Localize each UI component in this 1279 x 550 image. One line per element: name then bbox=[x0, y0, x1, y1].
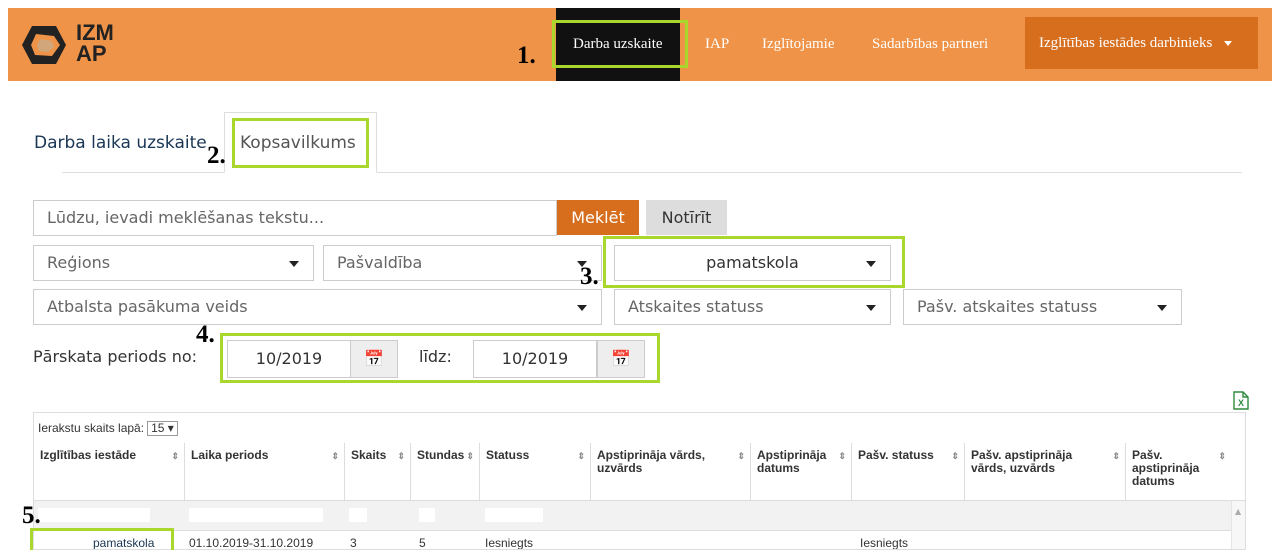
sort-icon: ⇕ bbox=[838, 451, 846, 461]
step-label-4: 4. bbox=[196, 321, 215, 348]
results-table: Ierakstu skaits lapā: 15 ▾ Izglītības ies… bbox=[33, 412, 1246, 550]
sort-icon: ⇕ bbox=[737, 451, 745, 461]
sort-icon: ⇕ bbox=[331, 451, 339, 461]
municipality-select[interactable]: Pašvaldība bbox=[323, 245, 602, 281]
chevron-down-icon bbox=[866, 305, 876, 311]
filter-input[interactable] bbox=[38, 508, 150, 522]
column-header-school[interactable]: Izglītības iestāde ⇕ bbox=[34, 443, 184, 501]
excel-export-icon[interactable]: X bbox=[1233, 391, 1249, 410]
highlight-box-5 bbox=[30, 528, 174, 550]
highlight-box-3 bbox=[603, 236, 905, 288]
column-header-count[interactable]: Skaits ⇕ bbox=[344, 443, 410, 501]
sort-icon: ⇕ bbox=[577, 451, 585, 461]
filter-input[interactable] bbox=[349, 508, 367, 522]
activity-type-select[interactable]: Atbalsta pasākuma veids bbox=[33, 289, 602, 325]
column-header-approval-date[interactable]: Apstiprināja datums ⇕ bbox=[750, 443, 851, 501]
sort-icon: ⇕ bbox=[1218, 451, 1226, 461]
column-header-municipal-approver[interactable]: Pašv. apstiprināja vārds, uzvārds ⇕ bbox=[964, 443, 1125, 501]
user-menu-label: Izglītības iestādes darbinieks bbox=[1039, 35, 1213, 51]
sort-icon: ⇕ bbox=[171, 451, 179, 461]
user-menu-dropdown[interactable]: Izglītības iestādes darbinieks bbox=[1025, 17, 1258, 69]
municipality-select-value: Pašvaldība bbox=[337, 253, 423, 272]
scroll-up-icon[interactable]: ▲ bbox=[1235, 507, 1241, 516]
izm-logo[interactable]: IZM AP bbox=[22, 22, 142, 68]
per-page-value: 15 bbox=[151, 421, 165, 435]
column-header-hours[interactable]: Stundas ⇕ bbox=[410, 443, 479, 501]
column-header-municipal-approval-date[interactable]: Pašv. apstiprināja datums ⇕ bbox=[1125, 443, 1231, 501]
municipal-status-select-value: Pašv. atskaites statuss bbox=[917, 297, 1098, 316]
column-header-municipal-status[interactable]: Pašv. statuss ⇕ bbox=[851, 443, 964, 501]
column-header-period[interactable]: Laika periods ⇕ bbox=[184, 443, 344, 501]
table-cell-period: 01.10.2019-31.10.2019 bbox=[189, 536, 314, 550]
sort-icon: ⇕ bbox=[1112, 451, 1120, 461]
caret-down-icon bbox=[1224, 41, 1233, 47]
chevron-down-icon bbox=[577, 305, 587, 311]
clear-button[interactable]: Notīrīt bbox=[646, 200, 727, 235]
logo-text: IZM AP bbox=[76, 20, 114, 66]
filter-input[interactable] bbox=[485, 508, 543, 522]
per-page-control: Ierakstu skaits lapā: 15 ▾ bbox=[38, 421, 178, 436]
municipal-status-select[interactable]: Pašv. atskaites statuss bbox=[903, 289, 1182, 325]
activity-type-select-value: Atbalsta pasākuma veids bbox=[47, 297, 248, 316]
column-header-approver[interactable]: Apstiprināja vārds, uzvārds ⇕ bbox=[590, 443, 750, 501]
logo-icon bbox=[22, 26, 66, 64]
nav-sadarbibas-partneri[interactable]: Sadarbības partneri bbox=[872, 8, 988, 81]
period-from-label: Pārskata periods no: bbox=[33, 347, 198, 366]
region-select-value: Reģions bbox=[47, 253, 111, 272]
report-status-select-value: Atskaites statuss bbox=[628, 297, 764, 316]
chevron-down-icon bbox=[289, 261, 299, 267]
per-page-select[interactable]: 15 ▾ bbox=[147, 421, 178, 436]
table-cell-municipal-status: Iesniegts bbox=[860, 536, 909, 550]
highlight-box-1 bbox=[552, 20, 688, 68]
sort-icon: ⇕ bbox=[466, 451, 474, 461]
svg-text:X: X bbox=[1238, 398, 1244, 408]
region-select[interactable]: Reģions bbox=[33, 245, 314, 281]
table-cell-status: Iesniegts bbox=[485, 536, 534, 550]
step-label-3: 3. bbox=[580, 263, 599, 290]
column-header-status[interactable]: Statuss ⇕ bbox=[479, 443, 590, 501]
filter-input[interactable] bbox=[189, 508, 323, 522]
step-label-5: 5. bbox=[22, 502, 41, 529]
nav-iap[interactable]: IAP bbox=[705, 8, 729, 81]
sort-icon: ⇕ bbox=[951, 451, 959, 461]
table-scrollbar[interactable]: ▲ bbox=[1231, 501, 1245, 549]
sort-icon: ⇕ bbox=[397, 451, 405, 461]
per-page-label: Ierakstu skaits lapā: bbox=[38, 421, 145, 435]
nav-izglitojamie[interactable]: Izglītojamie bbox=[762, 8, 834, 81]
table-cell-hours: 5 bbox=[419, 536, 426, 550]
step-label-2: 2. bbox=[207, 142, 226, 169]
filter-input[interactable] bbox=[419, 508, 435, 522]
tab-darba-laika-uzskaite[interactable]: Darba laika uzskaite bbox=[34, 133, 207, 153]
chevron-down-icon bbox=[1157, 305, 1167, 311]
highlight-box-4 bbox=[220, 333, 660, 383]
highlight-box-2 bbox=[232, 118, 369, 168]
table-filter-row bbox=[34, 501, 1245, 531]
search-button[interactable]: Meklēt bbox=[557, 200, 639, 235]
step-label-1: 1. bbox=[517, 42, 536, 69]
table-cell-count: 3 bbox=[350, 536, 357, 550]
report-status-select[interactable]: Atskaites statuss bbox=[614, 289, 891, 325]
search-input[interactable]: Lūdzu, ievadi meklēšanas tekstu... bbox=[33, 200, 557, 236]
